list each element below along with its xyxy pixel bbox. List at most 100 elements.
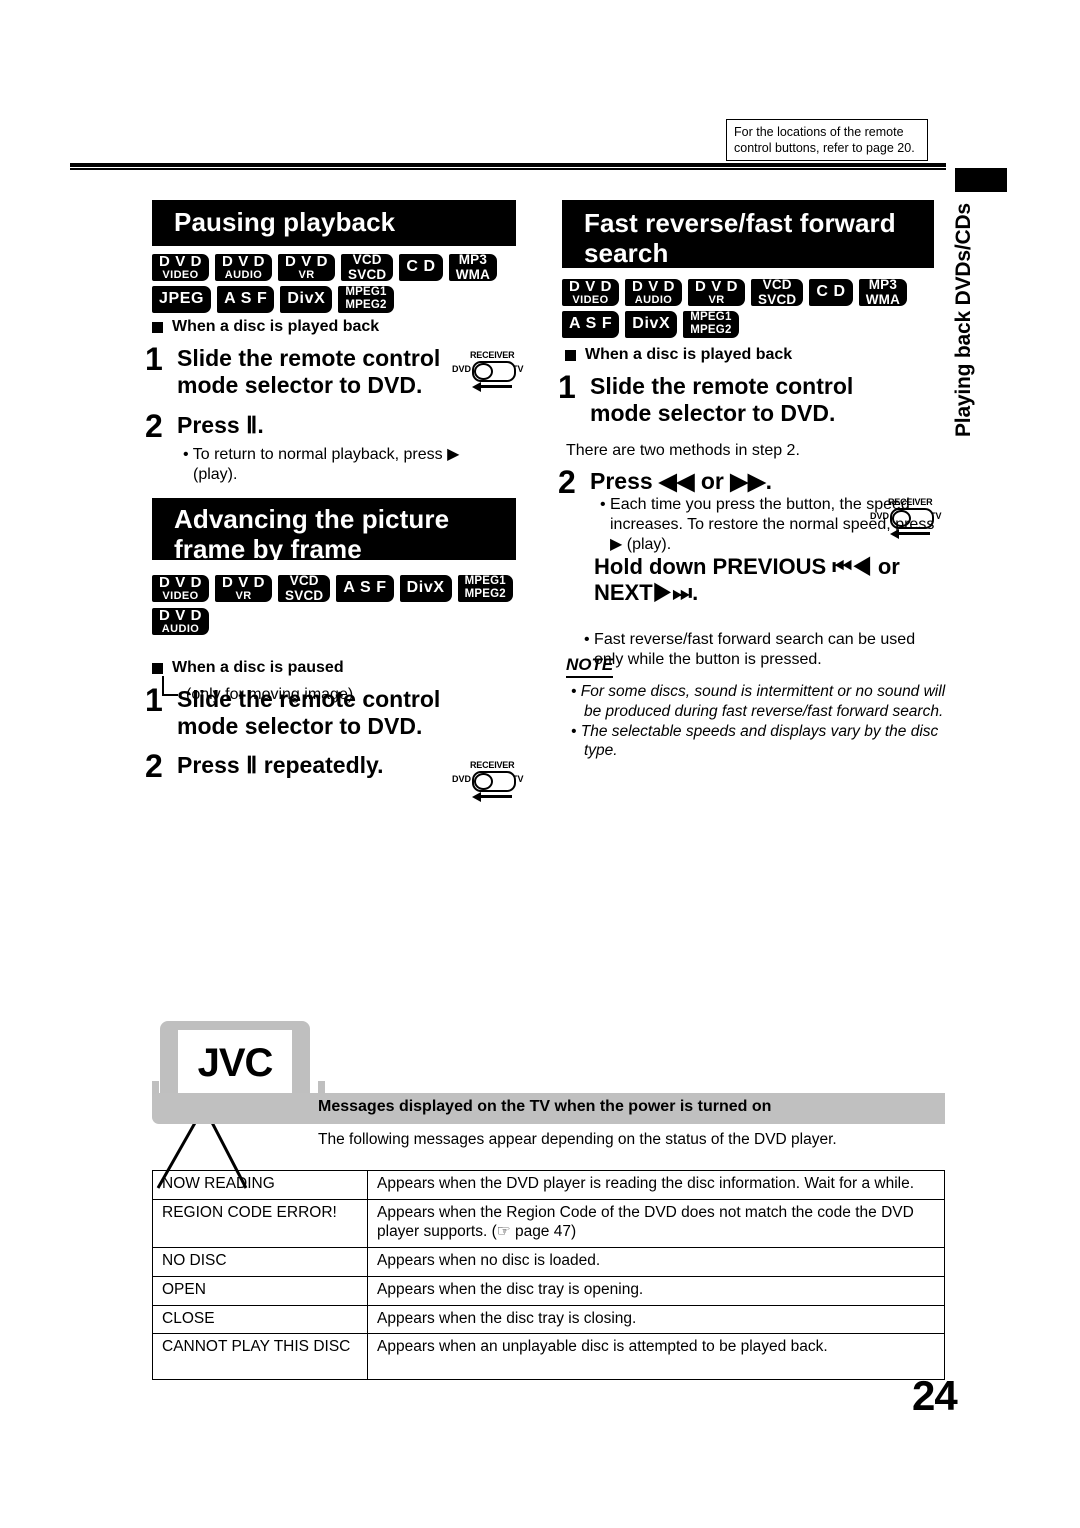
disc-badge-line-1: A S F xyxy=(224,290,268,307)
step-text: Slide the remote control mode selector t… xyxy=(177,686,441,739)
step-2-fast-search-bullets: • Each time you press the button, the sp… xyxy=(594,495,944,555)
disc-badge-list-fast-search: D V D VIDEO D V D AUDIO D V D VR VCD SVCD C D MP3… xyxy=(562,277,944,338)
hold-down-heading: Hold down PREVIOUS ⏮◀ or NEXT▶⏭. xyxy=(594,554,900,606)
step-text: Press Ⅱ. xyxy=(177,412,264,438)
message-description-cell: Appears when the DVD player is reading t… xyxy=(367,1170,945,1200)
disc-badge-line-2: WMA xyxy=(455,266,491,282)
messages-table: NOW READING Appears when the DVD player i… xyxy=(152,1170,945,1381)
bullet-item: • Fast reverse/fast forward search can b… xyxy=(584,631,916,669)
note-heading: NOTE xyxy=(566,655,614,678)
chapter-tab-label: Playing back DVDs/CDs xyxy=(952,203,975,437)
section-title-advancing-frame: Advancing the picture frame by frame xyxy=(152,498,516,564)
disc-badge: MPEG1 MPEG2 xyxy=(683,311,739,338)
subheading-pausing: When a disc is played back xyxy=(152,318,532,336)
hold-down-bullets: • Fast reverse/fast forward search can b… xyxy=(578,630,944,670)
section-title-line-1: Fast reverse/fast forward xyxy=(584,208,896,238)
note-item-list: • For some discs, sound is intermittent … xyxy=(566,682,946,761)
subheading-advancing-text: When a disc is paused xyxy=(172,659,344,676)
disc-badge: D V D VIDEO xyxy=(152,254,210,281)
message-name-cell: REGION CODE ERROR! xyxy=(152,1198,368,1248)
step-text: Slide the remote control mode selector t… xyxy=(590,373,854,426)
disc-badge-line-2: VR xyxy=(298,268,315,281)
disc-badge-line-2: AUDIO xyxy=(161,622,200,635)
disc-badge-line-1: MPEG1 xyxy=(345,286,387,298)
section-title-line-1: Advancing the picture xyxy=(174,504,450,534)
subheading-fast-search-text: When a disc is played back xyxy=(585,346,793,363)
disc-badge: D V D AUDIO xyxy=(152,608,210,635)
disc-badge-line-1: C D xyxy=(406,258,436,275)
disc-badge: MP3 WMA xyxy=(448,253,498,282)
disc-badge: C D xyxy=(399,254,443,281)
message-name-cell: CLOSE xyxy=(152,1304,368,1335)
disc-badge-line-1: DivX xyxy=(287,290,326,307)
disc-badge-line-1: MPEG1 xyxy=(464,575,506,587)
disc-badge-line-1: D V D xyxy=(222,573,266,591)
disc-badge-line-2: SVCD xyxy=(285,587,324,603)
remote-locations-note-text: For the locations of the remote control … xyxy=(734,125,915,156)
note-heading-text: NOTE xyxy=(566,655,614,678)
message-name-cell: CANNOT PLAY THIS DISC xyxy=(152,1333,368,1381)
step-2-fast-search: 2 Press ◀◀ or ▶▶. xyxy=(558,464,918,500)
disc-badge-line-1: MP3 xyxy=(868,277,898,292)
disc-badge-line-2: MPEG2 xyxy=(690,323,732,336)
disc-badge-line-1: D V D xyxy=(695,277,739,295)
disc-badge-line-2: MPEG2 xyxy=(345,298,387,311)
table-row: NO DISC Appears when no disc is loaded. xyxy=(152,1246,945,1277)
disc-badge-line-1: JPEG xyxy=(159,290,205,307)
section-title-line-2: frame by frame xyxy=(174,534,362,565)
step-2-advancing: 2 Press Ⅱ repeatedly. xyxy=(145,750,505,782)
disc-badge: D V D VR xyxy=(278,252,336,281)
section-title-fast-search: Fast reverse/fast forward search xyxy=(562,200,934,268)
remote-mode-selector-icon-1: RECEIVER DVD TV xyxy=(452,350,526,402)
table-row: REGION CODE ERROR! Appears when the Regio… xyxy=(152,1198,945,1248)
disc-badge-line-1: A S F xyxy=(343,579,387,596)
disc-badge: A S F xyxy=(336,575,394,602)
step-number: 2 xyxy=(558,464,576,500)
disc-badge: VCD SVCD xyxy=(278,573,331,603)
disc-badge-line-1: D V D xyxy=(569,277,613,295)
messages-heading-text: Messages displayed on the TV when the po… xyxy=(318,1098,772,1115)
disc-badge-line-1: DivX xyxy=(406,579,445,596)
step-number: 2 xyxy=(145,408,163,444)
message-name-cell: OPEN xyxy=(152,1275,368,1306)
disc-badge: MPEG1 MPEG2 xyxy=(457,575,513,602)
disc-badge-line-1: A S F xyxy=(569,315,613,332)
message-name-cell: NO DISC xyxy=(152,1246,368,1277)
note-item: • The selectable speeds and displays var… xyxy=(571,722,939,760)
disc-badge: MP3 WMA xyxy=(858,277,908,307)
disc-badge: D V D VR xyxy=(688,277,746,306)
disc-badge-line-2: VIDEO xyxy=(162,268,199,281)
step-2-pausing: 2 Press Ⅱ. xyxy=(145,408,475,444)
step-1-advancing: 1 Slide the remote control mode selector… xyxy=(145,682,445,739)
step-number: 1 xyxy=(145,341,163,377)
disc-badge-line-2: MPEG2 xyxy=(464,587,506,600)
disc-badge-list-pausing: D V D VIDEO D V D AUDIO D V D VR VCD SVCD C D MP3… xyxy=(152,252,532,313)
disc-badge-line-2: VIDEO xyxy=(572,293,609,306)
step-number: 1 xyxy=(145,682,163,718)
disc-badge-line-1: DivX xyxy=(632,315,671,332)
step-1-fast-search: 1 Slide the remote control mode selector… xyxy=(558,371,868,426)
message-description-cell: Appears when the disc tray is closing. xyxy=(367,1304,945,1335)
disc-badge-line-2: WMA xyxy=(865,291,901,307)
disc-badge-line-1: D V D xyxy=(285,252,329,270)
left-arrow-icon xyxy=(472,382,512,392)
disc-badge: D V D AUDIO xyxy=(625,279,683,306)
section-title-pausing-playback: Pausing playback xyxy=(152,200,516,246)
message-name-cell: NOW READING xyxy=(152,1170,368,1200)
disc-badge-line-1: VCD xyxy=(289,573,319,588)
step-text: Press ◀◀ or ▶▶. xyxy=(590,468,772,494)
selector-knob xyxy=(474,363,493,380)
disc-badge-line-2: AUDIO xyxy=(224,268,263,281)
disc-badge-line-1: MPEG1 xyxy=(690,311,732,323)
page-number: 24 xyxy=(912,1372,958,1419)
table-row: NOW READING Appears when the DVD player i… xyxy=(152,1170,945,1200)
message-description-cell: Appears when the disc tray is opening. xyxy=(367,1275,945,1306)
disc-badge-line-1: VCD xyxy=(762,277,792,292)
bullet-item: • To return to normal playback, press ▶ … xyxy=(183,446,460,484)
remote-locations-note: For the locations of the remote control … xyxy=(726,119,928,161)
disc-badge-line-2: VIDEO xyxy=(162,589,199,602)
table-row: OPEN Appears when the disc tray is openin… xyxy=(152,1275,945,1306)
disc-badge: VCD SVCD xyxy=(341,253,394,281)
disc-badge: D V D VR xyxy=(215,573,273,602)
disc-badge: A S F xyxy=(217,286,275,313)
